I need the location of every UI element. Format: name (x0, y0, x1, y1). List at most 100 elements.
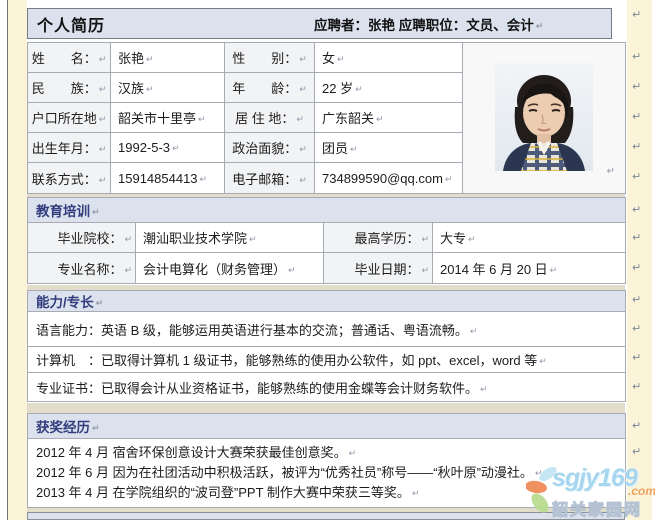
return-mark-icon: ↵ (99, 144, 107, 154)
photo-cell: ↵ (463, 43, 626, 194)
skill-language[interactable]: 语言能力：英语 B 级，能够运用英语进行基本的交流；普通话、粤语流畅。↵ (28, 312, 626, 347)
return-mark-icon: ↵ (470, 326, 478, 336)
field-value-residence[interactable]: 广东韶关↵ (315, 103, 463, 133)
applicant-info: 应聘者：张艳 应聘职位：文员、会计↵ (314, 14, 543, 34)
field-label-household: 户口所在地↵ (28, 103, 111, 133)
return-mark-icon: ↵ (632, 351, 641, 364)
field-value-email[interactable]: 734899590@qq.com↵ (315, 163, 463, 194)
table-row: 专业名称：↵ 会计电算化（财务管理）↵ 毕业日期：↵ 2014 年 6 月 20… (28, 253, 626, 284)
return-mark-icon: ↵ (632, 419, 641, 432)
return-mark-icon: ↵ (480, 384, 488, 394)
section-header-skills: 能力/专长↵ (28, 291, 626, 312)
field-label-major: 专业名称：↵ (28, 253, 136, 284)
field-label-name: 姓 名：↵ (28, 43, 111, 73)
resume-title-bar: 个人简历 应聘者：张艳 应聘职位：文员、会计↵ (27, 8, 612, 39)
return-mark-icon: ↵ (92, 207, 100, 217)
return-mark-icon: ↵ (96, 298, 104, 308)
skill-computer[interactable]: 计算机 ：已取得计算机 1 级证书，能够熟练的使用办公软件，如 ppt、exce… (28, 347, 626, 373)
return-mark-icon: ↵ (539, 356, 547, 366)
field-value-political[interactable]: 团员↵ (315, 133, 463, 163)
field-label-age: 年 龄：↵ (225, 73, 315, 103)
return-mark-icon: ↵ (536, 21, 544, 31)
return-mark-icon: ↵ (632, 445, 641, 458)
section-title: 获奖经历 (36, 420, 90, 435)
return-mark-icon: ↵ (550, 265, 558, 275)
return-mark-icon: ↵ (288, 265, 296, 275)
section-header-awards: 获奖经历↵ (28, 414, 626, 439)
field-value-school[interactable]: 潮汕职业技术学院↵ (136, 223, 324, 253)
applicant-info-text: 应聘者：张艳 应聘职位：文员、会计 (314, 18, 534, 33)
return-mark-icon: ↵ (172, 143, 180, 153)
next-section-sliver (27, 512, 625, 520)
return-mark-icon: ↵ (421, 265, 429, 275)
field-value-gender[interactable]: 女↵ (315, 43, 463, 73)
field-label-residence: 居 住 地：↵ (225, 103, 315, 133)
field-value-birthdate[interactable]: 1992-5-3↵ (111, 133, 225, 163)
section-title: 能力/专长 (36, 295, 94, 310)
field-label-graduation: 毕业日期：↵ (324, 253, 433, 284)
return-mark-icon: ↵ (632, 110, 641, 123)
return-mark-icon: ↵ (412, 488, 420, 498)
field-label-school: 毕业院校：↵ (28, 223, 136, 253)
return-mark-icon: ↵ (124, 234, 132, 244)
field-value-name[interactable]: 张艳↵ (111, 43, 225, 73)
return-mark-icon: ↵ (376, 114, 384, 124)
education-table: 教育培训↵ 毕业院校：↵ 潮汕职业技术学院↵ 最高学历：↵ 大专↵ 专业名称：↵… (27, 197, 626, 284)
return-mark-icon: ↵ (200, 174, 208, 184)
return-mark-icon: ↵ (535, 468, 543, 478)
return-mark-icon: ↵ (92, 423, 100, 433)
award-item[interactable]: 2012 年 4 月 宿舍环保创意设计大赛荣获最佳创意奖。↵ (36, 443, 617, 463)
table-row: 2012 年 4 月 宿舍环保创意设计大赛荣获最佳创意奖。↵ 2012 年 6 … (28, 439, 626, 508)
field-label-phone: 联系方式：↵ (28, 163, 111, 194)
return-mark-icon: ↵ (124, 265, 132, 275)
field-label-political: 政治面貌：↵ (225, 133, 315, 163)
field-label-degree: 最高学历：↵ (324, 223, 433, 253)
skill-certificate[interactable]: 专业证书：已取得会计从业资格证书，能够熟练的使用金蝶等会计财务软件。↵ (28, 373, 626, 402)
section-header-education: 教育培训↵ (28, 198, 626, 223)
return-mark-icon: ↵ (632, 170, 641, 183)
applicant-photo (495, 63, 593, 171)
return-mark-icon: ↵ (146, 54, 154, 64)
award-item[interactable]: 2013 年 4 月 在学院组织的“波司登”PPT 制作大赛中荣获三等奖。↵ (36, 483, 617, 503)
field-value-graduation[interactable]: 2014 年 6 月 20 日↵ (433, 253, 626, 284)
return-mark-icon: ↵ (607, 166, 615, 177)
return-mark-icon: ↵ (198, 114, 206, 124)
return-mark-icon: ↵ (445, 174, 453, 184)
skills-table: 能力/专长↵ 语言能力：英语 B 级，能够运用英语进行基本的交流；普通话、粤语流… (27, 290, 626, 402)
return-mark-icon: ↵ (632, 8, 641, 21)
return-mark-icon: ↵ (632, 322, 641, 335)
return-mark-icon: ↵ (299, 175, 307, 185)
award-item[interactable]: 2012 年 6 月 因为在社团活动中积极活跃，被评为“优秀社员”称号——“秋叶… (36, 463, 617, 483)
return-mark-icon: ↵ (299, 54, 307, 64)
page-title: 个人简历 (28, 12, 105, 36)
awards-content[interactable]: 2012 年 4 月 宿舍环保创意设计大赛荣获最佳创意奖。↵ 2012 年 6 … (28, 439, 626, 508)
return-mark-icon: ↵ (349, 448, 357, 458)
field-value-phone[interactable]: 15914854413↵ (111, 163, 225, 194)
return-mark-icon: ↵ (146, 84, 154, 94)
return-mark-icon: ↵ (468, 234, 476, 244)
return-mark-icon: ↵ (296, 114, 304, 124)
field-label-email: 电子邮箱：↵ (225, 163, 315, 194)
return-mark-icon: ↵ (632, 261, 641, 274)
return-mark-icon: ↵ (337, 54, 345, 64)
field-value-degree[interactable]: 大专↵ (433, 223, 626, 253)
field-value-age[interactable]: 22 岁↵ (315, 73, 463, 103)
left-page-margin (8, 0, 27, 520)
field-value-ethnicity[interactable]: 汉族↵ (111, 73, 225, 103)
return-mark-icon: ↵ (632, 140, 641, 153)
return-mark-icon: ↵ (299, 144, 307, 154)
return-mark-icon: ↵ (350, 144, 358, 154)
awards-table: 获奖经历↵ 2012 年 4 月 宿舍环保创意设计大赛荣获最佳创意奖。↵ 201… (27, 413, 626, 508)
return-mark-icon: ↵ (421, 234, 429, 244)
table-row: 计算机 ：已取得计算机 1 级证书，能够熟练的使用办公软件，如 ppt、exce… (28, 347, 626, 373)
field-value-major[interactable]: 会计电算化（财务管理）↵ (136, 253, 324, 284)
return-mark-icon: ↵ (99, 54, 107, 64)
field-label-birthdate: 出生年月：↵ (28, 133, 111, 163)
return-mark-icon: ↵ (355, 84, 363, 94)
return-mark-icon: ↵ (632, 380, 641, 393)
return-mark-icon: ↵ (632, 80, 641, 93)
return-mark-icon: ↵ (99, 114, 107, 124)
return-mark-icon: ↵ (632, 293, 641, 306)
return-mark-icon: ↵ (249, 234, 257, 244)
field-value-household[interactable]: 韶关市十里亭↵ (111, 103, 225, 133)
